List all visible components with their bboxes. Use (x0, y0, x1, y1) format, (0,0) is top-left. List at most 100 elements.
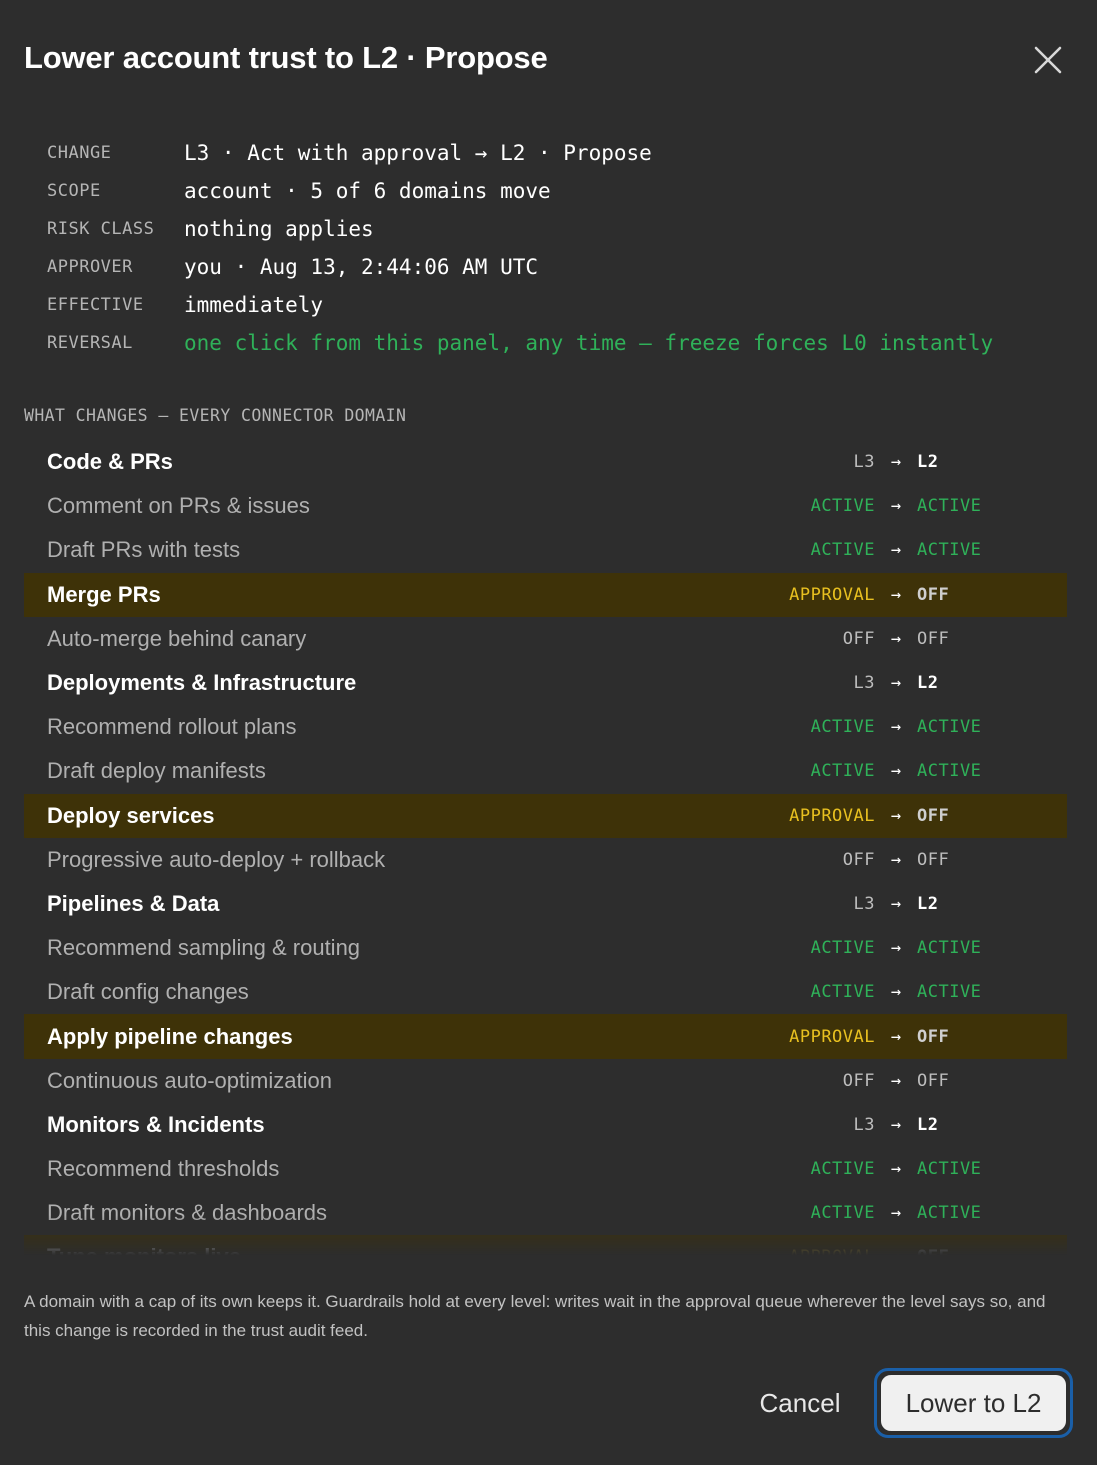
capability-row: Draft PRs with tests ACTIVE → ACTIVE (24, 528, 1067, 572)
to-state: OFF (917, 849, 950, 870)
from-state: APPROVAL (789, 584, 875, 605)
row-label: Continuous auto-optimization (47, 1067, 332, 1093)
row-label: Progressive auto-deploy + rollback (47, 846, 386, 872)
row-label: Deploy services (47, 802, 215, 828)
to-state: ACTIVE (917, 1203, 982, 1224)
meta-value: account · 5 of 6 domains move (184, 179, 551, 203)
change-summary: CHANGE L3 · Act with approval → L2 · Prop… (47, 134, 993, 362)
capability-row: Recommend sampling & routing ACTIVE → ACTIV… (24, 926, 1067, 970)
arrow-right-icon: → (890, 849, 902, 870)
arrow-right-icon: → (890, 540, 902, 561)
to-state: OFF (917, 1247, 989, 1255)
footer-note: A domain with a cap of its own keeps it.… (24, 1292, 1046, 1340)
meta-value: nothing applies (184, 217, 374, 241)
arrow-right-icon: → (890, 938, 902, 959)
level-transition: ACTIVE → ACTIVE (755, 528, 989, 572)
from-state: APPROVAL (789, 1026, 875, 1047)
level-transition: ACTIVE → ACTIVE (755, 484, 989, 528)
arrow-right-icon: → (890, 452, 902, 473)
row-label: Tune monitors live (47, 1244, 241, 1255)
meta-value: immediately (184, 293, 324, 317)
level-transition: ACTIVE → ACTIVE (755, 1191, 989, 1235)
meta-key: APPROVER (47, 257, 133, 277)
meta-row-change: CHANGE L3 · Act with approval → L2 · Prop… (47, 134, 993, 172)
level-transition: ACTIVE → ACTIVE (755, 705, 989, 749)
level-transition: L3 → L2 (755, 1103, 989, 1147)
row-label: Recommend rollout plans (47, 714, 297, 740)
from-state: ACTIVE (810, 1203, 875, 1224)
level-transition: L3 → L2 (755, 661, 989, 705)
from-state: L3 (853, 452, 875, 473)
to-state: L2 (917, 893, 939, 914)
meta-key: CHANGE (47, 143, 112, 163)
arrow-right-icon: → (890, 496, 902, 517)
lower-to-l2-button-label: Lower to L2 (881, 1375, 1066, 1431)
level-transition: ACTIVE → ACTIVE (755, 926, 989, 970)
row-label: Recommend thresholds (47, 1156, 280, 1182)
meta-value: one click from this panel, any time — fr… (184, 331, 994, 355)
from-state: APPROVAL (755, 1247, 875, 1255)
capability-row: Recommend thresholds ACTIVE → ACTIVE (24, 1147, 1067, 1191)
to-state: ACTIVE (917, 540, 982, 561)
arrow-right-icon: → (890, 673, 902, 694)
arrow-right-icon: → (875, 1247, 917, 1255)
arrow-right-icon: → (890, 982, 902, 1003)
level-transition: ACTIVE → ACTIVE (755, 749, 989, 793)
to-state: ACTIVE (917, 982, 982, 1003)
domain-header-row: Pipelines & Data L3 → L2 (24, 882, 1067, 926)
to-state: OFF (917, 805, 950, 826)
domain-change-list[interactable]: Code & PRs L3 → L2 Comment on PRs & issues AC… (24, 440, 1067, 1255)
to-state: OFF (917, 584, 950, 605)
capability-row: Tune monitors live APPROVAL→OFF (24, 1235, 1067, 1255)
level-transition: ACTIVE → ACTIVE (755, 1147, 989, 1191)
dialog-title: Lower account trust to L2 · Propose (24, 40, 548, 75)
row-label: Merge PRs (47, 581, 161, 607)
from-state: OFF (842, 849, 875, 870)
to-state: L2 (917, 673, 939, 694)
arrow-right-icon: → (890, 584, 902, 605)
from-state: ACTIVE (810, 540, 875, 561)
capability-row: Comment on PRs & issues ACTIVE → ACTIVE (24, 484, 1067, 528)
meta-row-risk-class: RISK CLASS nothing applies (47, 210, 993, 248)
arrow-right-icon: → (890, 1114, 902, 1135)
arrow-right-icon: → (890, 1026, 902, 1047)
to-state: ACTIVE (917, 496, 982, 517)
cancel-button[interactable]: Cancel (740, 1380, 860, 1426)
level-transition: APPROVAL → OFF (755, 573, 989, 617)
from-state: ACTIVE (810, 982, 875, 1003)
domain-header-row: Monitors & Incidents L3 → L2 (24, 1103, 1067, 1147)
level-transition: ACTIVE → ACTIVE (755, 970, 989, 1014)
to-state: L2 (917, 1114, 939, 1135)
capability-row: Draft config changes ACTIVE → ACTIVE (24, 970, 1067, 1014)
arrow-right-icon: → (890, 761, 902, 782)
row-label: Draft deploy manifests (47, 758, 266, 784)
row-label: Apply pipeline changes (47, 1023, 293, 1049)
row-label: Recommend sampling & routing (47, 935, 361, 961)
to-state: OFF (917, 1026, 950, 1047)
to-state: ACTIVE (917, 717, 982, 738)
row-label: Comment on PRs & issues (47, 493, 310, 519)
close-button[interactable] (1028, 40, 1068, 80)
row-label: Deployments & Infrastructure (47, 670, 357, 696)
from-state: ACTIVE (810, 496, 875, 517)
capability-row: Recommend rollout plans ACTIVE → ACTIVE (24, 705, 1067, 749)
level-transition: APPROVAL → OFF (755, 1014, 989, 1058)
meta-key: SCOPE (47, 181, 101, 201)
lower-to-l2-button[interactable]: Lower to L2 (874, 1368, 1073, 1438)
level-transition: OFF → OFF (755, 1059, 989, 1103)
domain-header-row: Code & PRs L3 → L2 (24, 440, 1067, 484)
from-state: L3 (853, 673, 875, 694)
arrow-right-icon: → (890, 1203, 902, 1224)
to-state: OFF (917, 1070, 950, 1091)
capability-row: Deploy services APPROVAL → OFF (24, 793, 1067, 838)
meta-row-effective: EFFECTIVE immediately (47, 286, 993, 324)
meta-key: RISK CLASS (47, 219, 155, 239)
from-state: OFF (842, 1070, 875, 1091)
section-label: WHAT CHANGES — EVERY CONNECTOR DOMAIN (24, 406, 407, 425)
row-label: Pipelines & Data (47, 890, 220, 916)
from-state: ACTIVE (810, 938, 875, 959)
domain-header-row: Deployments & Infrastructure L3 → L2 (24, 661, 1067, 705)
capability-row: Draft monitors & dashboards ACTIVE → ACTIVE (24, 1191, 1067, 1235)
arrow-right-icon: → (890, 1070, 902, 1091)
capability-row: Draft deploy manifests ACTIVE → ACTIVE (24, 749, 1067, 793)
